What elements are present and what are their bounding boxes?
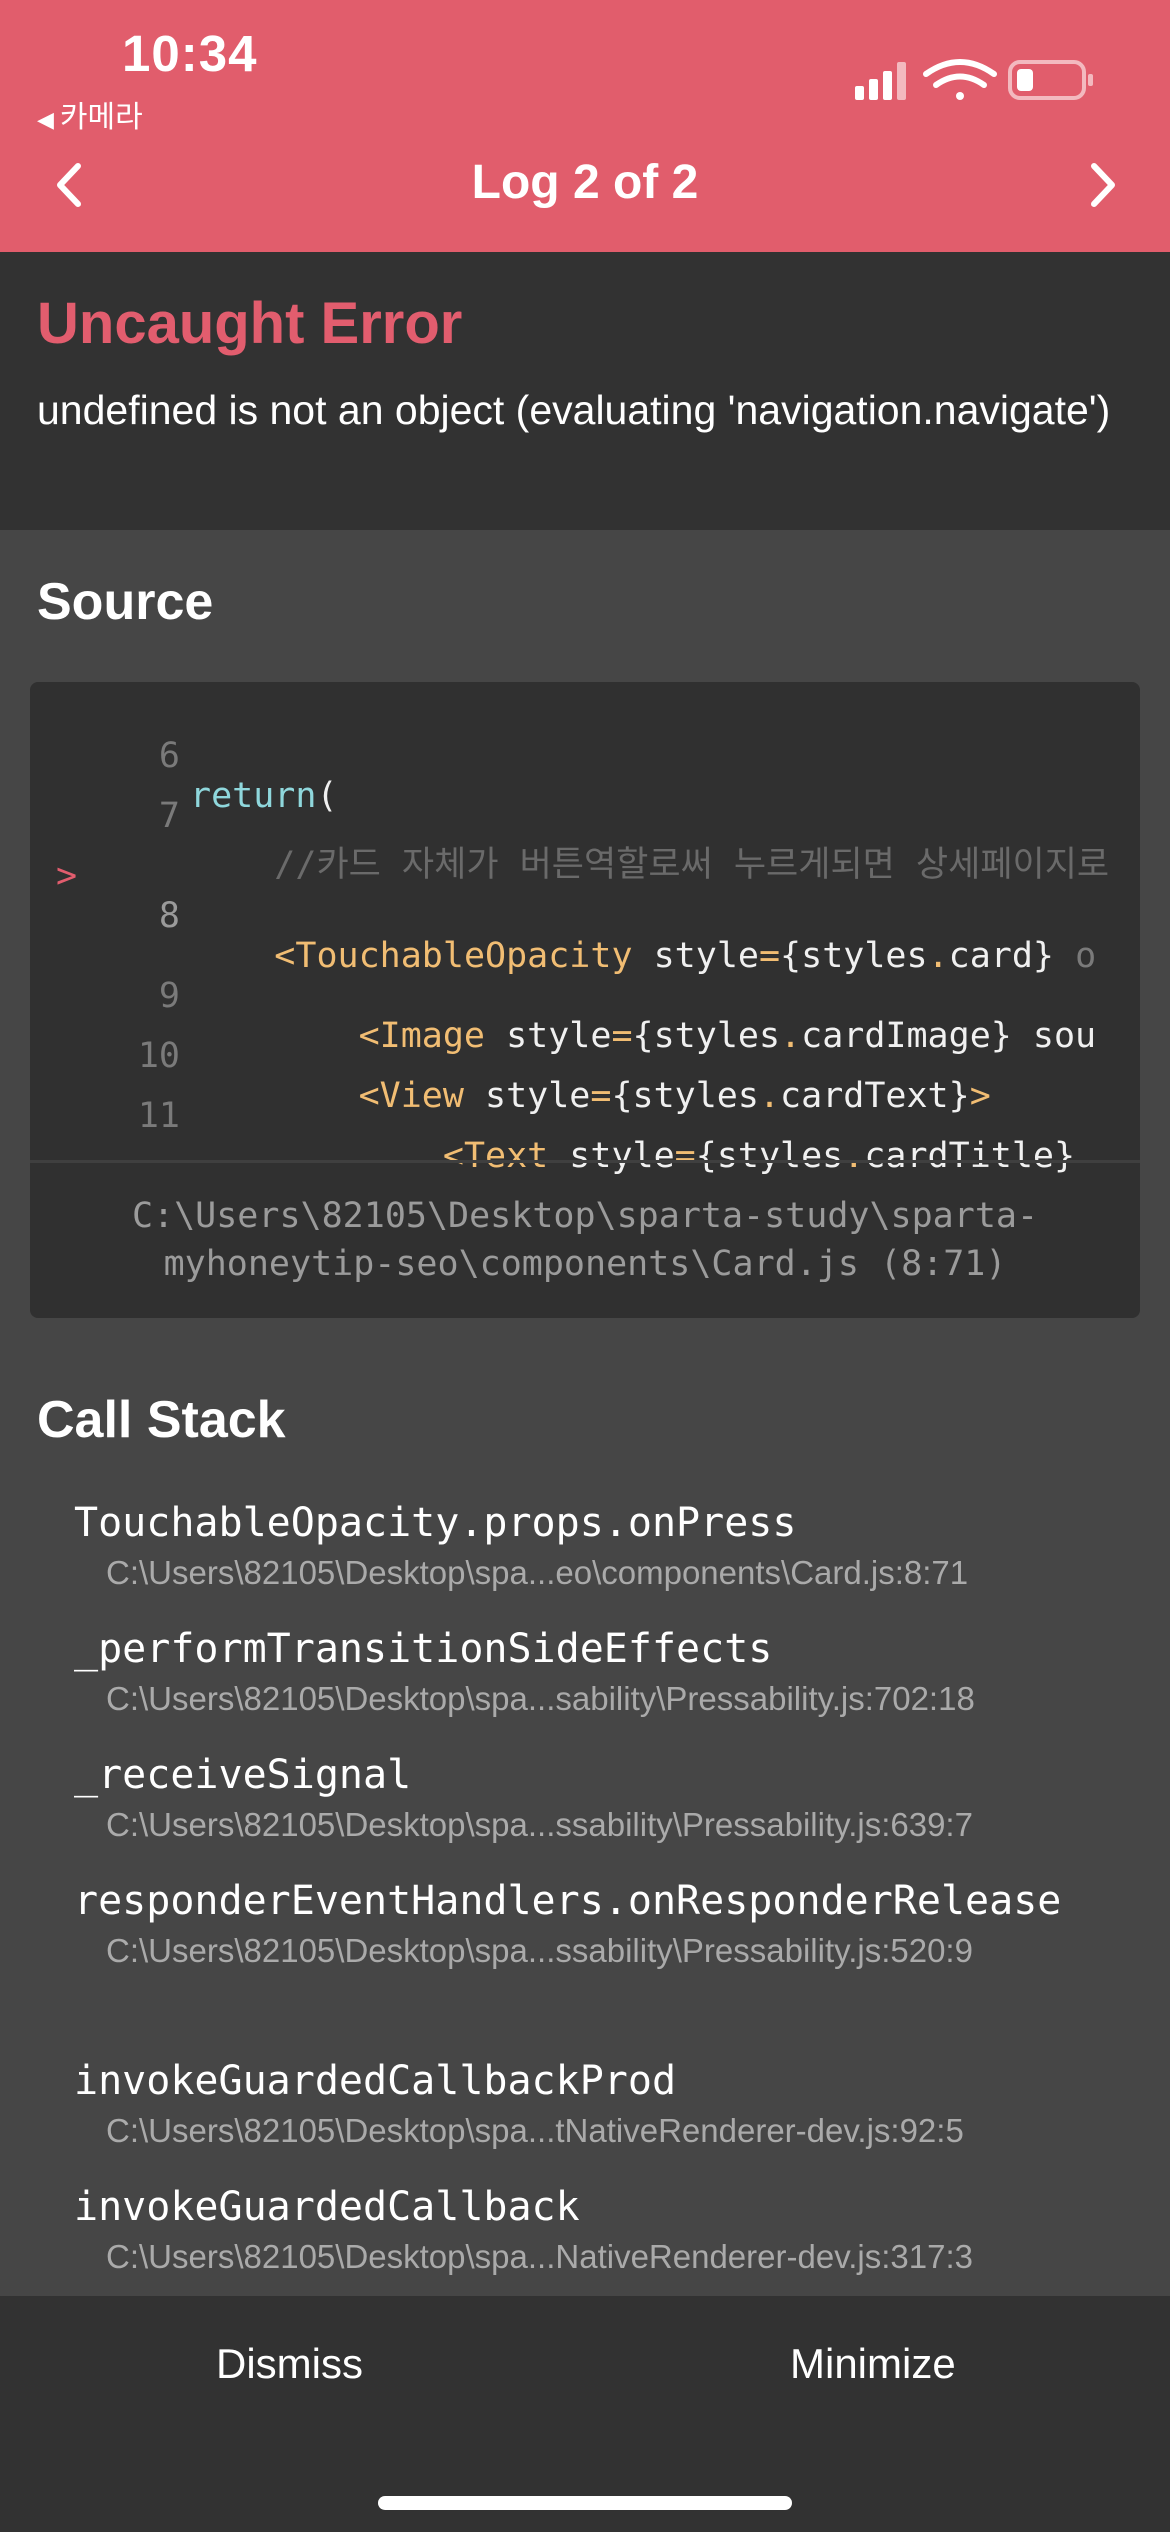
code-divider xyxy=(30,1160,1140,1163)
frame-function: invokeGuardedCallbackProd xyxy=(74,2058,677,2104)
frame-function: _receiveSignal xyxy=(74,1752,412,1798)
code-lines: 6 return( 7 //카드 자체가 버튼역할로써 누르게되면 상세페이지로… xyxy=(30,682,1140,1176)
log-title: Log 2 of 2 xyxy=(471,156,699,209)
back-to-app-link[interactable]: ◀ 카메라 xyxy=(37,92,143,136)
back-app-label: 카메라 xyxy=(59,100,143,135)
code-line: 10 <View style={styles.cardText}> xyxy=(30,996,1140,1116)
stack-frame[interactable]: _receiveSignal C:\Users\82105\Desktop\sp… xyxy=(74,1748,1124,1848)
stack-frame[interactable]: TouchableOpacity.props.onPress C:\Users\… xyxy=(74,1496,1124,1596)
code-line-highlighted: > 8 <TouchableOpacity style={styles.card… xyxy=(30,816,1140,976)
stack-frame[interactable]: responderEventHandlers.onResponderReleas… xyxy=(74,1874,1124,1974)
frame-location: C:\Users\82105\Desktop\spa...ssability\P… xyxy=(106,1806,973,1843)
status-time: 10:34 xyxy=(122,25,258,82)
source-file-path[interactable]: C:\Users\82105\Desktop\sparta-study\spar… xyxy=(90,1192,1080,1288)
error-panel: Uncaught Error undefined is not an objec… xyxy=(0,252,1170,530)
line-text: <Text style={styles.cardTitle} xyxy=(442,1136,1076,1176)
error-type: Uncaught Error xyxy=(37,291,463,356)
home-indicator[interactable] xyxy=(378,2496,792,2510)
battery-icon xyxy=(1008,60,1093,100)
dismiss-button[interactable]: Dismiss xyxy=(216,2340,363,2388)
error-message: undefined is not an object (evaluating '… xyxy=(37,387,1111,433)
frame-location: C:\Users\82105\Desktop\spa...ssability\P… xyxy=(106,1932,973,1969)
call-stack-heading: Call Stack xyxy=(37,1391,286,1449)
frame-function: TouchableOpacity.props.onPress xyxy=(74,1500,797,1546)
source-code-box[interactable]: 6 return( 7 //카드 자체가 버튼역할로써 누르게되면 상세페이지로… xyxy=(30,682,1140,1318)
stack-frame[interactable]: invokeGuardedCallbackProd C:\Users\82105… xyxy=(74,2054,1124,2154)
source-heading: Source xyxy=(37,573,214,631)
frame-location: C:\Users\82105\Desktop\spa...tNativeRend… xyxy=(106,2112,964,2149)
wifi-icon xyxy=(923,59,997,100)
stack-frame[interactable]: _performTransitionSideEffects C:\Users\8… xyxy=(74,1622,1124,1722)
minimize-button[interactable]: Minimize xyxy=(790,2340,956,2388)
frame-location: C:\Users\82105\Desktop\spa...sability\Pr… xyxy=(106,1680,975,1717)
frame-function: _performTransitionSideEffects xyxy=(74,1626,773,1672)
code-line: 7 //카드 자체가 버튼역할로써 누르게되면 상세페이지로 xyxy=(30,756,1140,885)
line-number: 11 xyxy=(137,1096,180,1136)
current-line-marker: > xyxy=(56,856,78,896)
header-bar: 10:34 ◀ 카메라 Log 2 of 2 xyxy=(0,0,1170,252)
frame-location: C:\Users\82105\Desktop\spa...NativeRende… xyxy=(106,2238,973,2275)
back-triangle-icon: ◀ xyxy=(37,108,54,133)
signal-icon xyxy=(855,62,906,100)
code-line: 11 <Text style={styles.cardTitle} xyxy=(30,1056,1140,1176)
code-line: 9 <Image style={styles.cardImage} sou xyxy=(30,936,1140,1056)
footer-bar: Dismiss Minimize xyxy=(0,2296,1170,2532)
stack-frame[interactable]: invokeGuardedCallback C:\Users\82105\Des… xyxy=(74,2180,1124,2280)
frame-function: responderEventHandlers.onResponderReleas… xyxy=(74,1878,1062,1924)
frame-location: C:\Users\82105\Desktop\spa...eo\componen… xyxy=(106,1554,969,1591)
frame-function: invokeGuardedCallback xyxy=(74,2184,580,2230)
status-icons xyxy=(855,59,1093,100)
code-line: 6 return( xyxy=(30,696,1140,816)
chevron-right-icon[interactable] xyxy=(1066,150,1136,220)
line-number: 8 xyxy=(158,896,180,936)
